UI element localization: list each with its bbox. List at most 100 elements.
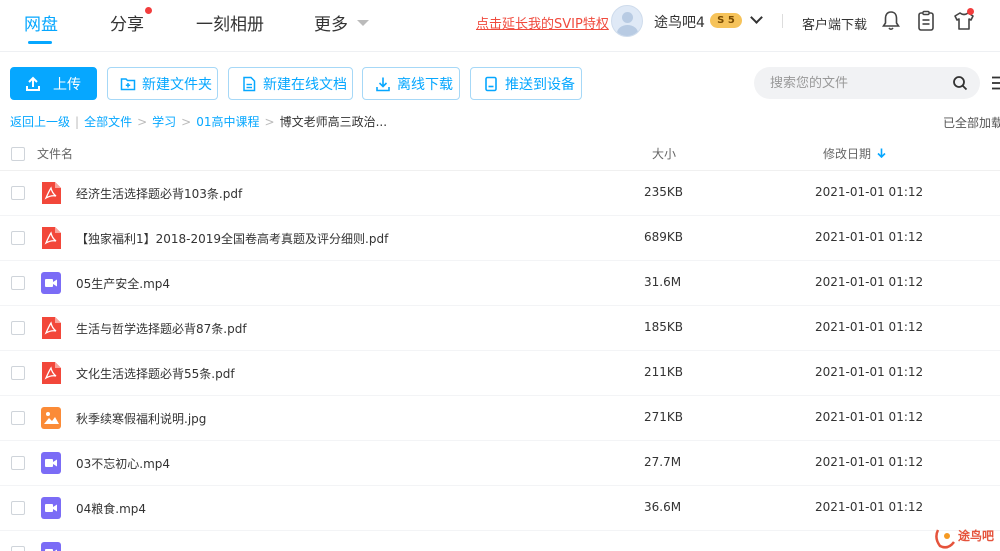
pdf-file-icon <box>42 227 61 249</box>
file-name[interactable]: 秋季续寒假福利说明.jpg <box>76 410 206 427</box>
file-name[interactable]: 文化生活选择题必背55条.pdf <box>76 365 235 382</box>
bell-icon[interactable] <box>881 10 901 32</box>
username[interactable]: 途鸟吧4 <box>654 12 705 32</box>
table-row[interactable]: 经济生活选择题必背103条.pdf 235KB 2021-01-01 01:12 <box>0 171 1000 216</box>
file-size: 36.6M <box>644 500 682 514</box>
skin-notification-dot <box>967 8 974 15</box>
search-icon[interactable] <box>952 75 968 91</box>
row-checkbox[interactable] <box>11 411 25 425</box>
file-table-header: 文件名 大小 修改日期 <box>0 139 1000 171</box>
active-tab-indicator <box>28 41 52 44</box>
breadcrumb-highschool[interactable]: 01高中课程 <box>196 115 259 129</box>
table-row[interactable]: 文化生活选择题必背55条.pdf 211KB 2021-01-01 01:12 <box>0 351 1000 396</box>
file-size: 27.7M <box>644 455 682 469</box>
header-modified[interactable]: 修改日期 <box>823 145 871 162</box>
file-modified-date: 2021-01-01 01:12 <box>815 410 924 424</box>
header-filename[interactable]: 文件名 <box>37 145 73 162</box>
more-caret-icon[interactable] <box>357 20 369 26</box>
nav-divider <box>782 14 783 28</box>
offline-download-label: 离线下载 <box>397 75 453 92</box>
file-name[interactable]: 05生产安全.mp4 <box>76 275 170 292</box>
row-checkbox[interactable] <box>11 186 25 200</box>
file-name[interactable]: 【独家福利1】2018-2019全国卷高考真题及评分细则.pdf <box>76 230 388 247</box>
row-checkbox[interactable] <box>11 546 25 551</box>
select-all-checkbox[interactable] <box>11 147 25 161</box>
pdf-file-icon <box>42 362 61 384</box>
row-checkbox[interactable] <box>11 231 25 245</box>
file-modified-date: 2021-01-01 01:12 <box>815 500 924 514</box>
vip-crown-icon: S <box>717 15 725 26</box>
file-size: 271KB <box>644 410 684 424</box>
push-to-device-label: 推送到设备 <box>505 75 575 92</box>
table-row[interactable]: 生活与哲学选择题必背87条.pdf 185KB 2021-01-01 01:12 <box>0 306 1000 351</box>
image-file-icon <box>41 407 61 429</box>
video-file-icon <box>41 497 61 519</box>
vip-level-badge: S 5 <box>710 13 742 28</box>
vip-level: 5 <box>727 15 735 26</box>
nav-tab-netdisk[interactable]: 网盘 <box>24 10 58 35</box>
clipboard-icon[interactable] <box>916 10 936 32</box>
row-checkbox[interactable] <box>11 501 25 515</box>
breadcrumb-study[interactable]: 学习 <box>152 115 176 129</box>
nav-tab-album[interactable]: 一刻相册 <box>196 10 264 35</box>
file-modified-date: 2021-01-01 01:12 <box>815 455 924 469</box>
row-checkbox[interactable] <box>11 276 25 290</box>
pdf-file-icon <box>42 317 61 339</box>
file-modified-date: 2021-01-01 01:12 <box>815 275 924 289</box>
upload-button[interactable]: 上传 <box>10 67 97 100</box>
new-folder-button[interactable]: 新建文件夹 <box>107 67 218 100</box>
svip-extend-link[interactable]: 点击延长我的SVIP特权 <box>476 13 609 32</box>
row-checkbox[interactable] <box>11 366 25 380</box>
new-doc-icon <box>243 76 256 91</box>
breadcrumb: 返回上一级 | 全部文件 > 学习 >01高中课程 > 博文老师高三政治... <box>10 113 387 130</box>
download-icon <box>376 77 390 91</box>
table-row[interactable]: 04粮食.mp4 36.6M 2021-01-01 01:12 <box>0 486 1000 531</box>
breadcrumb-current: 博文老师高三政治... <box>279 115 388 129</box>
file-name[interactable]: 生活与哲学选择题必背87条.pdf <box>76 320 247 337</box>
row-checkbox[interactable] <box>11 456 25 470</box>
user-menu-chevron-icon[interactable] <box>750 11 763 24</box>
table-row[interactable]: 05生产安全.mp4 31.6M 2021-01-01 01:12 <box>0 261 1000 306</box>
breadcrumb-separator: > <box>181 115 192 129</box>
file-size: 235KB <box>644 185 684 199</box>
table-row[interactable] <box>0 531 1000 551</box>
breadcrumb-separator: > <box>264 115 275 129</box>
file-modified-date: 2021-01-01 01:12 <box>815 320 924 334</box>
list-view-icon[interactable] <box>991 75 1000 91</box>
table-row[interactable]: 【独家福利1】2018-2019全国卷高考真题及评分细则.pdf 689KB 2… <box>0 216 1000 261</box>
nav-tab-share[interactable]: 分享 <box>110 10 144 35</box>
file-modified-date: 2021-01-01 01:12 <box>815 230 924 244</box>
table-row[interactable]: 03不忘初心.mp4 27.7M 2021-01-01 01:12 <box>0 441 1000 486</box>
file-size: 31.6M <box>644 275 682 289</box>
file-name[interactable]: 03不忘初心.mp4 <box>76 455 170 472</box>
video-file-icon <box>41 542 61 551</box>
pdf-file-icon <box>42 182 61 204</box>
device-icon <box>485 76 497 91</box>
offline-download-button[interactable]: 离线下载 <box>362 67 460 100</box>
video-file-icon <box>41 272 61 294</box>
table-row[interactable]: 秋季续寒假福利说明.jpg 271KB 2021-01-01 01:12 <box>0 396 1000 441</box>
file-name[interactable]: 04粮食.mp4 <box>76 500 146 517</box>
nav-tab-more[interactable]: 更多 <box>314 10 348 35</box>
share-notification-dot <box>145 7 152 14</box>
file-size: 185KB <box>644 320 684 334</box>
file-modified-date: 2021-01-01 01:12 <box>815 365 924 379</box>
file-size: 689KB <box>644 230 684 244</box>
video-file-icon <box>41 452 61 474</box>
push-to-device-button[interactable]: 推送到设备 <box>470 67 582 100</box>
file-name[interactable]: 经济生活选择题必背103条.pdf <box>76 185 242 202</box>
sort-desc-arrow-icon[interactable] <box>877 148 886 158</box>
new-online-doc-button[interactable]: 新建在线文档 <box>228 67 353 100</box>
header-size[interactable]: 大小 <box>652 145 676 162</box>
avatar[interactable] <box>611 5 643 37</box>
row-checkbox[interactable] <box>11 321 25 335</box>
breadcrumb-all-files[interactable]: 全部文件 <box>84 115 132 129</box>
new-folder-label: 新建文件夹 <box>142 75 212 92</box>
search-input[interactable] <box>754 67 980 99</box>
breadcrumb-separator: | <box>75 115 80 129</box>
upload-label: 上传 <box>53 75 81 92</box>
client-download-link[interactable]: 客户端下载 <box>802 14 867 33</box>
back-link[interactable]: 返回上一级 <box>10 115 70 129</box>
watermark-text: 途鸟吧 <box>958 529 995 543</box>
new-folder-icon <box>120 77 136 90</box>
